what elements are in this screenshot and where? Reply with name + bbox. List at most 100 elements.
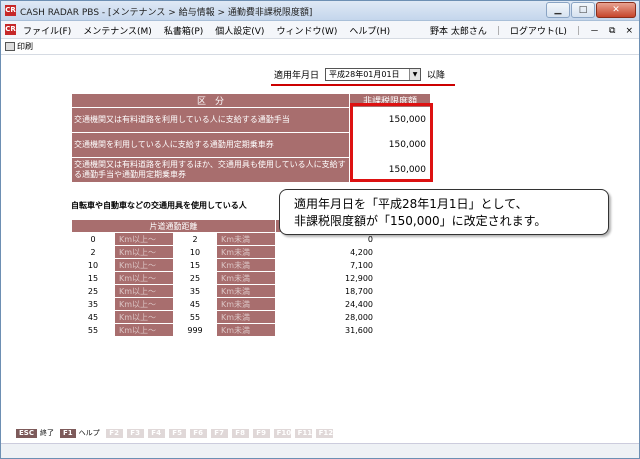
distance-from[interactable]: 2 — [72, 246, 114, 258]
distance-to[interactable]: 10 — [174, 246, 216, 258]
menu-personal-settings[interactable]: 個人設定(V) — [215, 24, 264, 37]
table-row: 55 Km以上～ 999 Km未満 31,600 — [72, 324, 376, 336]
date-filter-label: 適用年月日 — [274, 71, 320, 81]
logout-link[interactable]: ログアウト(L) — [510, 24, 567, 37]
disabled-fkey-button: F12 — [315, 428, 333, 438]
table-row: 2 Km以上～ 10 Km未満 4,200 — [72, 246, 376, 258]
amount-highlight-box — [350, 103, 433, 182]
distance-to[interactable]: 25 — [174, 272, 216, 284]
disabled-fkey-button: F11 — [294, 428, 312, 438]
distance-from[interactable]: 45 — [72, 311, 114, 323]
distance-amount[interactable]: 28,000 — [276, 311, 376, 323]
distance-from[interactable]: 0 — [72, 233, 114, 245]
app-menu-icon[interactable]: CR — [5, 24, 16, 35]
mdi-restore-icon[interactable]: ⧉ — [609, 26, 615, 36]
unit-to-label: Km未満 — [217, 298, 275, 310]
table-row: 45 Km以上～ 55 Km未満 28,000 — [72, 311, 376, 323]
date-filter: 適用年月日 平成28年01月01日 ▼ 以降 — [274, 68, 445, 81]
distance-amount[interactable]: 12,900 — [276, 272, 376, 284]
distance-from[interactable]: 10 — [72, 259, 114, 271]
distance-to[interactable]: 55 — [174, 311, 216, 323]
disabled-fkey-button: F10 — [273, 428, 291, 438]
distance-amount[interactable]: 7,100 — [276, 259, 376, 271]
minimize-button[interactable]: ▁ — [546, 2, 570, 18]
date-select-value: 平成28年01月01日 — [329, 70, 400, 79]
chevron-down-icon[interactable]: ▼ — [409, 69, 421, 80]
unit-to-label: Km未満 — [217, 259, 275, 271]
distance-from[interactable]: 55 — [72, 324, 114, 336]
distance-table: 片道通勤距離 0 Km以上～ 2 Km未満 0 2 Km以上～ 10 Km未満 4,200 10 Km… — [71, 219, 377, 337]
menu-bar: CR ファイル(F) メンテナンス(M) 私書箱(P) 個人設定(V) ウィンド… — [1, 21, 639, 39]
distance-amount[interactable]: 18,700 — [276, 285, 376, 297]
disabled-fkey-button: F6 — [189, 428, 207, 438]
unit-from-label: Km以上～ — [115, 259, 173, 271]
disabled-fkey-button: F9 — [252, 428, 270, 438]
callout-line-1: 適用年月日を「平成28年1月1日」として、 — [294, 197, 528, 211]
unit-to-label: Km未満 — [217, 246, 275, 258]
unit-from-label: Km以上～ — [115, 324, 173, 336]
f1-key-button[interactable]: F1 — [59, 428, 76, 438]
unit-from-label: Km以上～ — [115, 285, 173, 297]
esc-key-button[interactable]: ESC — [16, 428, 37, 438]
unit-from-label: Km以上～ — [115, 272, 173, 284]
limits-row-label: 交通機関又は有料道路を利用するほか、交通用具も使用している人に支給する通勤手当や… — [72, 158, 349, 182]
disabled-fkey-button: F5 — [168, 428, 186, 438]
f1-key-label: ヘルプ — [78, 429, 100, 437]
distance-amount[interactable]: 4,200 — [276, 246, 376, 258]
mdi-close-icon[interactable]: × — [625, 26, 633, 36]
close-button[interactable]: ✕ — [596, 2, 636, 18]
distance-to[interactable]: 15 — [174, 259, 216, 271]
mdi-minimize-icon[interactable]: － — [590, 24, 599, 37]
distance-amount[interactable]: 24,400 — [276, 298, 376, 310]
distance-from[interactable]: 25 — [72, 285, 114, 297]
distance-to[interactable]: 45 — [174, 298, 216, 310]
menu-window[interactable]: ウィンドウ(W) — [276, 24, 337, 37]
menu-file[interactable]: ファイル(F) — [23, 24, 71, 37]
limits-header-category: 区 分 — [72, 94, 349, 107]
unit-from-label: Km以上～ — [115, 298, 173, 310]
distance-from[interactable]: 35 — [72, 298, 114, 310]
unit-to-label: Km未満 — [217, 233, 275, 245]
table-row: 10 Km以上～ 15 Km未満 7,100 — [72, 259, 376, 271]
distance-header: 片道通勤距離 — [72, 220, 275, 232]
disabled-fkey-button: F4 — [147, 428, 165, 438]
unit-to-label: Km未満 — [217, 272, 275, 284]
app-window: CR CASH RADAR PBS - [メンテナンス > 給与情報 > 通勤費… — [0, 0, 640, 459]
menu-help[interactable]: ヘルプ(H) — [349, 24, 390, 37]
unit-to-label: Km未満 — [217, 285, 275, 297]
user-name: 野本 太郎さん — [429, 27, 487, 37]
date-select[interactable]: 平成28年01月01日 ▼ — [325, 68, 422, 81]
table-row: 35 Km以上～ 45 Km未満 24,400 — [72, 298, 376, 310]
menu-maintenance[interactable]: メンテナンス(M) — [83, 24, 152, 37]
distance-to[interactable]: 2 — [174, 233, 216, 245]
date-filter-suffix: 以降 — [427, 71, 446, 81]
table-row: 15 Km以上～ 25 Km未満 12,900 — [72, 272, 376, 284]
menu-separator: | — [496, 25, 500, 36]
unit-from-label: Km以上～ — [115, 311, 173, 323]
annotation-callout: 適用年月日を「平成28年1月1日」として、 非課税限度額が「150,000」に改… — [279, 189, 609, 235]
print-button[interactable]: 印刷 — [5, 41, 33, 52]
app-logo-icon: CR — [5, 5, 16, 16]
unit-to-label: Km未満 — [217, 324, 275, 336]
function-key-bar: ESC 終了 F1 ヘルプ F2 F3 F4 F5 F6 F7 F8 F9 F10 F11 F12 — [1, 425, 639, 441]
table-row: 25 Km以上～ 35 Km未満 18,700 — [72, 285, 376, 297]
callout-line-2: 非課税限度額が「150,000」に改定されます。 — [294, 214, 547, 228]
distance-to[interactable]: 999 — [174, 324, 216, 336]
distance-to[interactable]: 35 — [174, 285, 216, 297]
distance-amount[interactable]: 31,600 — [276, 324, 376, 336]
limits-row-label: 交通機関又は有料道路を利用している人に支給する通勤手当 — [72, 108, 349, 132]
highlight-underline — [271, 84, 455, 86]
unit-to-label: Km未満 — [217, 311, 275, 323]
maximize-button[interactable]: □ — [571, 2, 595, 18]
main-content: 適用年月日 平成28年01月01日 ▼ 以降 区 分 非課税限度額 交通機関又は… — [1, 56, 639, 424]
print-label: 印刷 — [17, 42, 33, 51]
printer-icon — [5, 42, 15, 51]
distance-from[interactable]: 15 — [72, 272, 114, 284]
esc-key-label: 終了 — [39, 429, 54, 437]
limits-row-label: 交通機関を利用している人に支給する通勤用定期乗車券 — [72, 133, 349, 157]
menu-mailbox[interactable]: 私書箱(P) — [164, 24, 203, 37]
window-title: CASH RADAR PBS - [メンテナンス > 給与情報 > 通勤費非課税… — [20, 8, 313, 18]
window-controls: ▁ □ ✕ — [546, 2, 636, 18]
status-bar — [1, 443, 639, 458]
disabled-fkey-button: F3 — [126, 428, 144, 438]
